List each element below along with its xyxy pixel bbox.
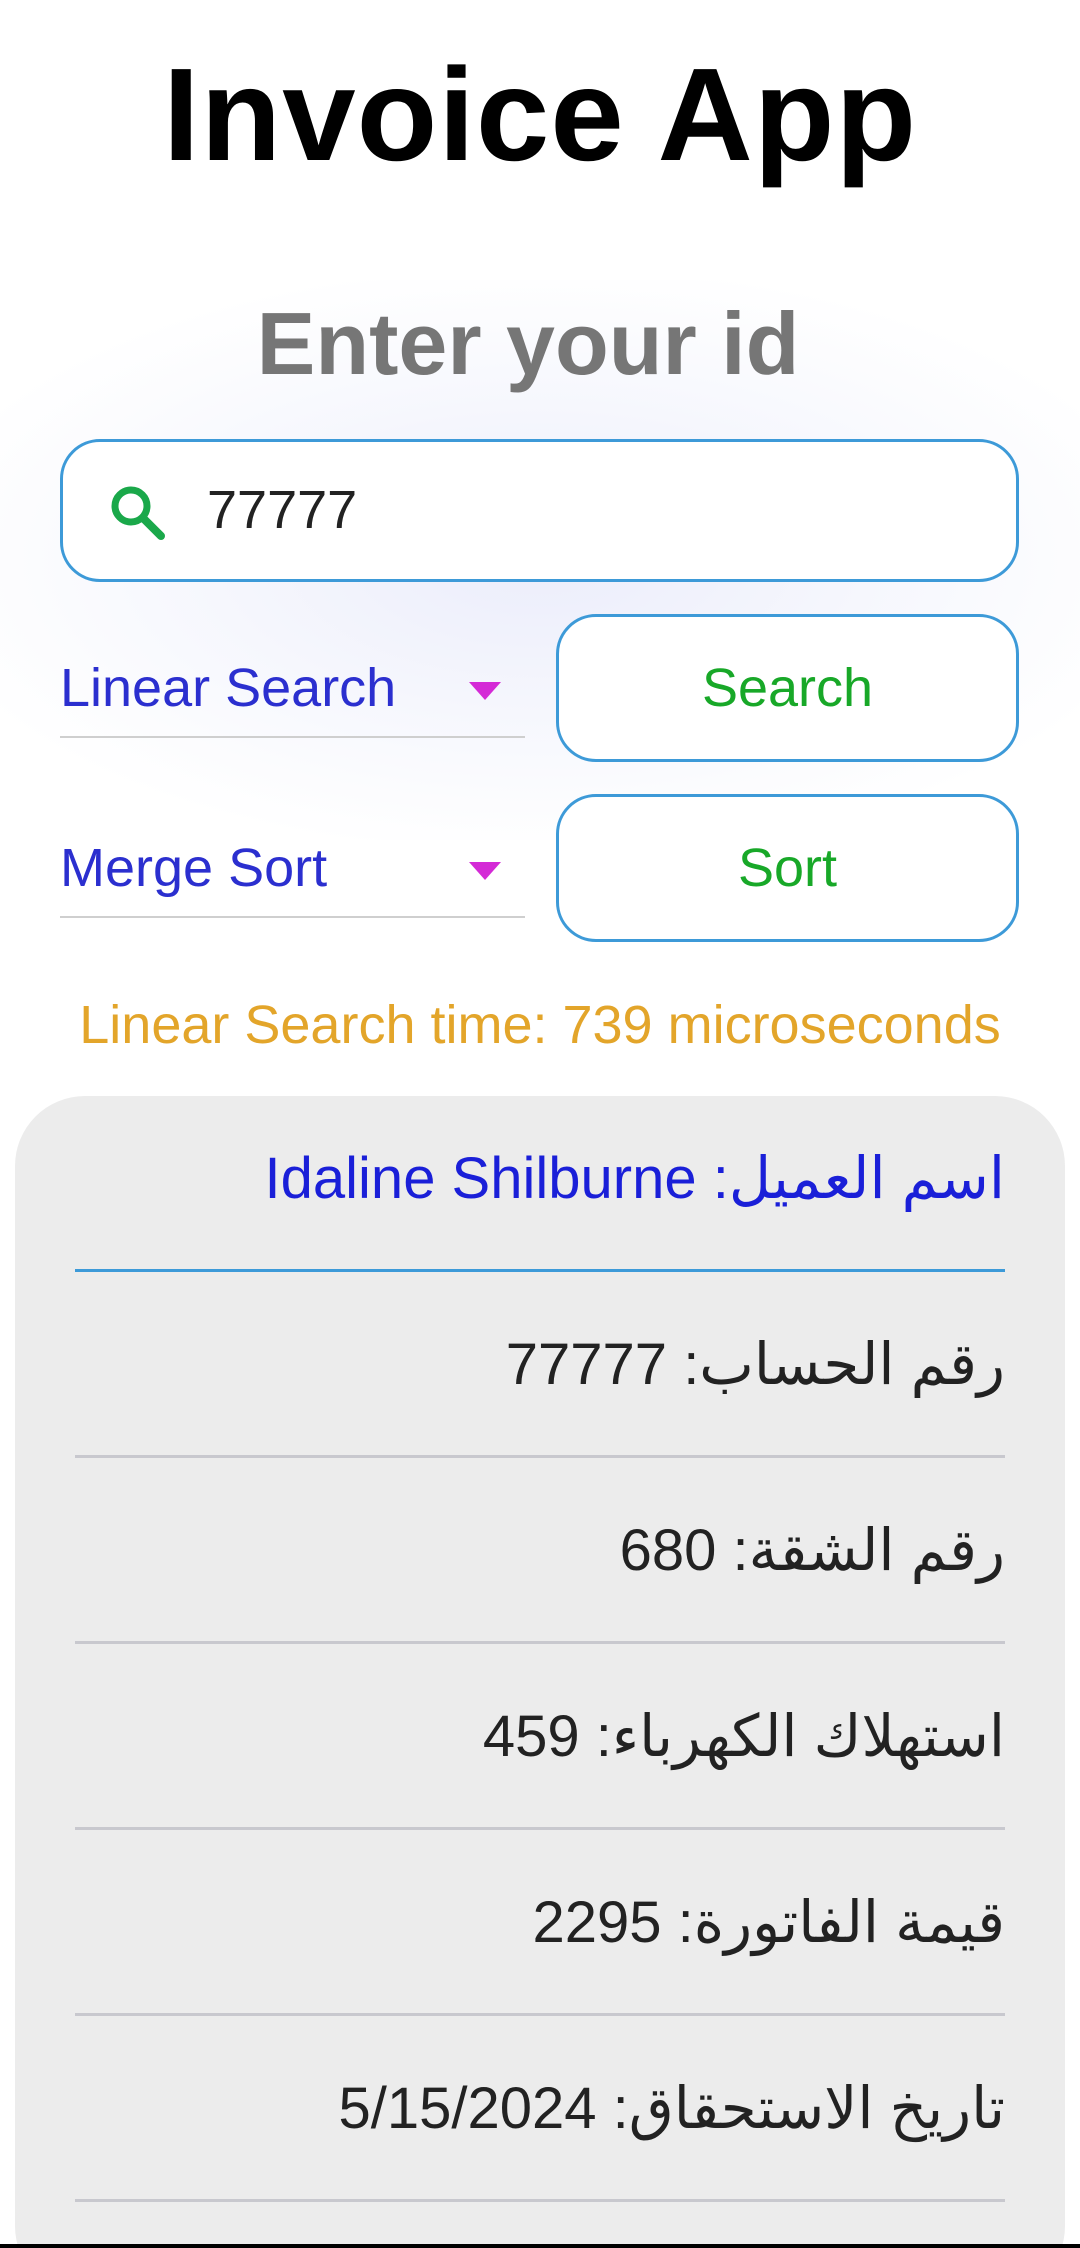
search-algorithm-dropdown[interactable]: Linear Search [60, 638, 525, 738]
customer-name: Idaline Shilburne :اسم العميل [264, 1145, 1005, 1211]
invoice-amount-row: قيمة الفاتورة: 2295 [75, 1830, 1005, 2016]
due-date: تاريخ الاستحقاق: 5/15/2024 [338, 2075, 1005, 2141]
chevron-down-icon [469, 682, 501, 700]
id-prompt: Enter your id [256, 294, 800, 393]
customer-name-row: Idaline Shilburne :اسم العميل [75, 1086, 1005, 1272]
app-title: Invoice App [162, 41, 918, 188]
sort-button[interactable]: Sort [556, 794, 1019, 942]
due-date-row: تاريخ الاستحقاق: 5/15/2024 [75, 2016, 1005, 2202]
id-search-input[interactable]: 77777 [60, 439, 1019, 582]
account-number: رقم الحساب: 77777 [505, 1331, 1005, 1397]
chevron-down-icon [469, 862, 501, 880]
electricity-consumption: استهلاك الكهرباء: 459 [482, 1703, 1005, 1769]
sort-algorithm-dropdown[interactable]: Merge Sort [60, 818, 525, 918]
electricity-consumption-row: استهلاك الكهرباء: 459 [75, 1644, 1005, 1830]
search-input-value[interactable]: 77777 [207, 442, 357, 579]
app-screen: Invoice App Enter your id 77777 Linear S… [0, 0, 1080, 2248]
search-algorithm-label: Linear Search [60, 658, 397, 718]
apartment-number: رقم الشقة: 680 [619, 1517, 1005, 1583]
invoice-amount: قيمة الفاتورة: 2295 [532, 1889, 1005, 1955]
sort-algorithm-label: Merge Sort [60, 838, 328, 898]
bottom-divider [0, 2244, 1080, 2248]
search-time-status: Linear Search time: 739 microseconds [79, 995, 1001, 1055]
account-number-row: رقم الحساب: 77777 [75, 1272, 1005, 1458]
apartment-number-row: رقم الشقة: 680 [75, 1458, 1005, 1644]
search-icon [111, 486, 165, 540]
search-button[interactable]: Search [556, 614, 1019, 762]
